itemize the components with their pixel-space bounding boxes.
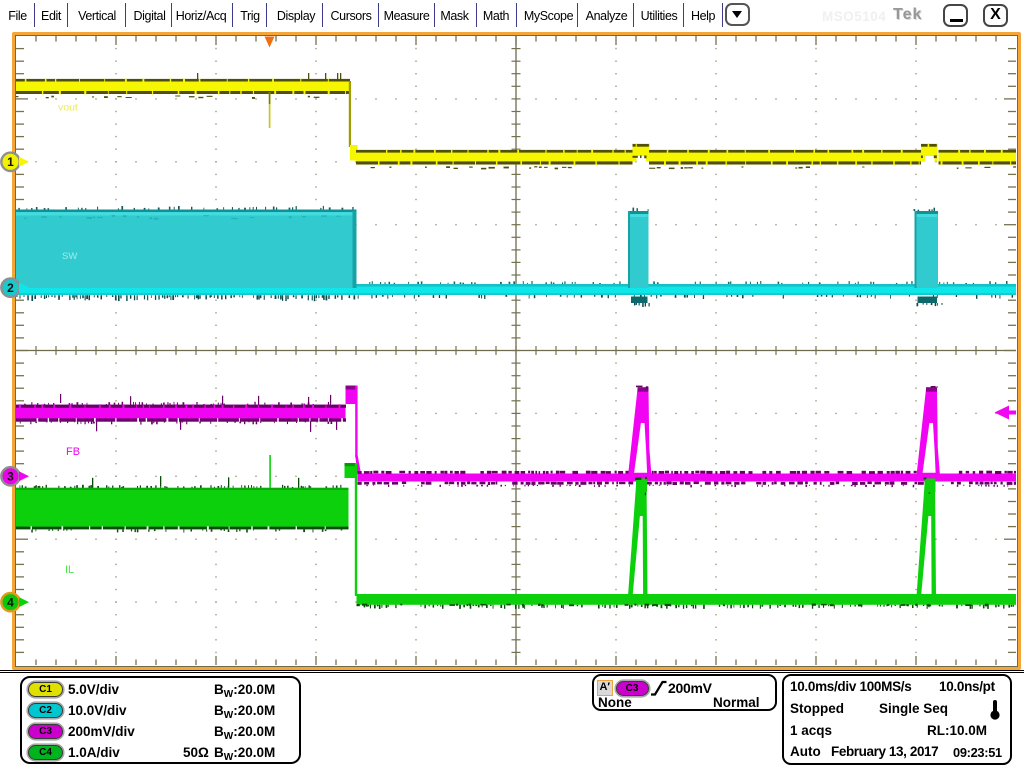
svg-text:IL: IL: [65, 564, 74, 576]
svg-text:SW: SW: [62, 251, 77, 262]
svg-text:1: 1: [7, 155, 14, 169]
svg-text:3: 3: [7, 470, 14, 484]
svg-text:vout: vout: [58, 102, 78, 114]
svg-text:2: 2: [7, 281, 14, 295]
svg-text:FB: FB: [66, 446, 80, 458]
svg-text:4: 4: [7, 595, 14, 609]
